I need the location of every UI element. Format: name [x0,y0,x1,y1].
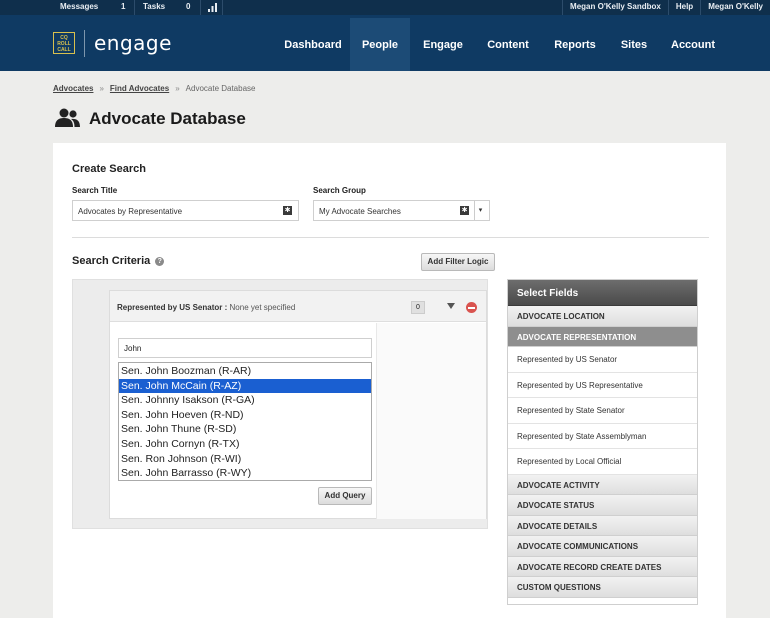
clear-icon[interactable]: ✱ [460,206,469,215]
list-item[interactable]: Sen. Ron Johnson (R-WI) [119,452,371,467]
search-group-value: My Advocate Searches [319,207,401,216]
chevron-down-icon[interactable] [447,303,455,309]
search-title-input[interactable]: Advocates by Representative ✱ [72,200,299,221]
divider [222,0,223,15]
list-item[interactable]: Sen. John Boozman (R-AR) [119,364,371,379]
section-advocate-details[interactable]: ADVOCATE DETAILS [508,515,697,536]
tasks-count: 0 [186,2,191,11]
utility-bar: Messages 1 Tasks 0 Megan O'Kelly Sandbox… [0,0,770,15]
list-item[interactable]: Sen. John Cornyn (R-TX) [119,437,371,452]
filter-name: Represented by US Senator : None yet spe… [117,303,295,312]
engage-logo-text[interactable]: engage [94,31,172,55]
nav-account[interactable]: Account [665,18,721,71]
divider [200,0,201,15]
bar-chart-icon[interactable] [208,3,217,12]
field-state-senator[interactable]: Represented by State Senator [508,398,697,424]
nav-engage[interactable]: Engage [416,18,470,71]
main-header: CQ ROLL CALL engage Dashboard People Eng… [0,15,770,71]
list-item[interactable]: Sen. Johnny Isakson (R-GA) [119,393,371,408]
select-fields-heading: Select Fields [508,280,697,306]
list-item[interactable]: Sen. John Thune (R-SD) [119,422,371,437]
breadcrumb-advocates[interactable]: Advocates [53,84,93,93]
list-item[interactable]: Sen. John Barrasso (R-WY) [119,466,371,481]
section-divider [72,237,709,238]
filter-header[interactable]: Represented by US Senator : None yet spe… [110,291,486,322]
logo-divider [84,30,85,57]
criteria-area: Represented by US Senator : None yet spe… [72,279,488,529]
nav-people[interactable]: People [350,18,410,71]
search-group-label: Search Group [313,186,366,195]
field-us-representative[interactable]: Represented by US Representative [508,372,697,398]
search-criteria-heading: Search Criteria? [72,255,165,267]
section-advocate-record-create-dates[interactable]: ADVOCATE RECORD CREATE DATES [508,556,697,577]
tasks-link[interactable]: Tasks [143,2,165,11]
field-us-senator[interactable]: Represented by US Senator [508,347,697,373]
dropdown-arrow-icon[interactable]: ▾ [474,201,486,220]
filter-value: None yet specified [229,303,296,312]
select-fields-panel: Select Fields ADVOCATE LOCATION ADVOCATE… [507,279,698,605]
field-state-assemblyman[interactable]: Represented by State Assemblyman [508,423,697,449]
section-advocate-communications[interactable]: ADVOCATE COMMUNICATIONS [508,536,697,557]
senator-listbox[interactable]: Sen. John Boozman (R-AR) Sen. John McCai… [118,362,372,481]
senator-search-input[interactable]: John [118,338,372,358]
people-icon [55,108,80,127]
filter-colon: : [224,303,228,312]
add-query-button[interactable]: Add Query [318,487,372,505]
search-card: Create Search Search Title Advocates by … [53,143,726,618]
search-title-value: Advocates by Representative [78,207,183,216]
filter-side-panel [376,323,486,519]
roll-call-logo[interactable]: CQ ROLL CALL [53,32,75,54]
section-advocate-location[interactable]: ADVOCATE LOCATION [508,306,697,327]
create-search-heading: Create Search [72,163,146,175]
field-local-official[interactable]: Represented by Local Official [508,449,697,475]
messages-count: 1 [121,2,126,11]
search-title-label: Search Title [72,186,118,195]
nav-content[interactable]: Content [481,18,535,71]
list-item[interactable]: Sen. John Hoeven (R-ND) [119,408,371,423]
user-menu[interactable]: Megan O'Kelly [700,0,770,15]
breadcrumb: Advocates » Find Advocates » Advocate Databa… [53,84,255,93]
divider [134,0,135,15]
help-link[interactable]: Help [667,0,700,15]
clear-icon[interactable]: ✱ [283,206,292,215]
messages-link[interactable]: Messages [60,2,98,11]
page-title: Advocate Database [89,109,246,128]
help-icon[interactable]: ? [155,257,165,266]
search-group-select[interactable]: My Advocate Searches ✱ ▾ [313,200,490,221]
breadcrumb-separator: » [99,84,104,93]
breadcrumb-separator: » [175,84,180,93]
filter-count-badge: 0 [411,301,425,314]
nav-sites[interactable]: Sites [612,18,656,71]
breadcrumb-current: Advocate Database [185,84,256,93]
breadcrumb-find-advocates[interactable]: Find Advocates [110,84,169,93]
nav-dashboard[interactable]: Dashboard [276,18,350,71]
add-filter-logic-button[interactable]: Add Filter Logic [421,253,495,271]
section-advocate-representation[interactable]: ADVOCATE REPRESENTATION [508,326,697,347]
section-advocate-activity[interactable]: ADVOCATE ACTIVITY [508,474,697,495]
remove-filter-icon[interactable] [466,302,477,313]
filter-card: Represented by US Senator : None yet spe… [109,290,487,519]
nav-reports[interactable]: Reports [547,18,603,71]
filter-field-name: Represented by US Senator [117,303,223,312]
search-criteria-title: Search Criteria [72,255,151,267]
list-item-selected[interactable]: Sen. John McCain (R-AZ) [119,378,371,394]
section-custom-questions[interactable]: CUSTOM QUESTIONS [508,577,697,598]
account-switcher[interactable]: Megan O'Kelly Sandbox [562,0,668,15]
section-advocate-status[interactable]: ADVOCATE STATUS [508,495,697,516]
